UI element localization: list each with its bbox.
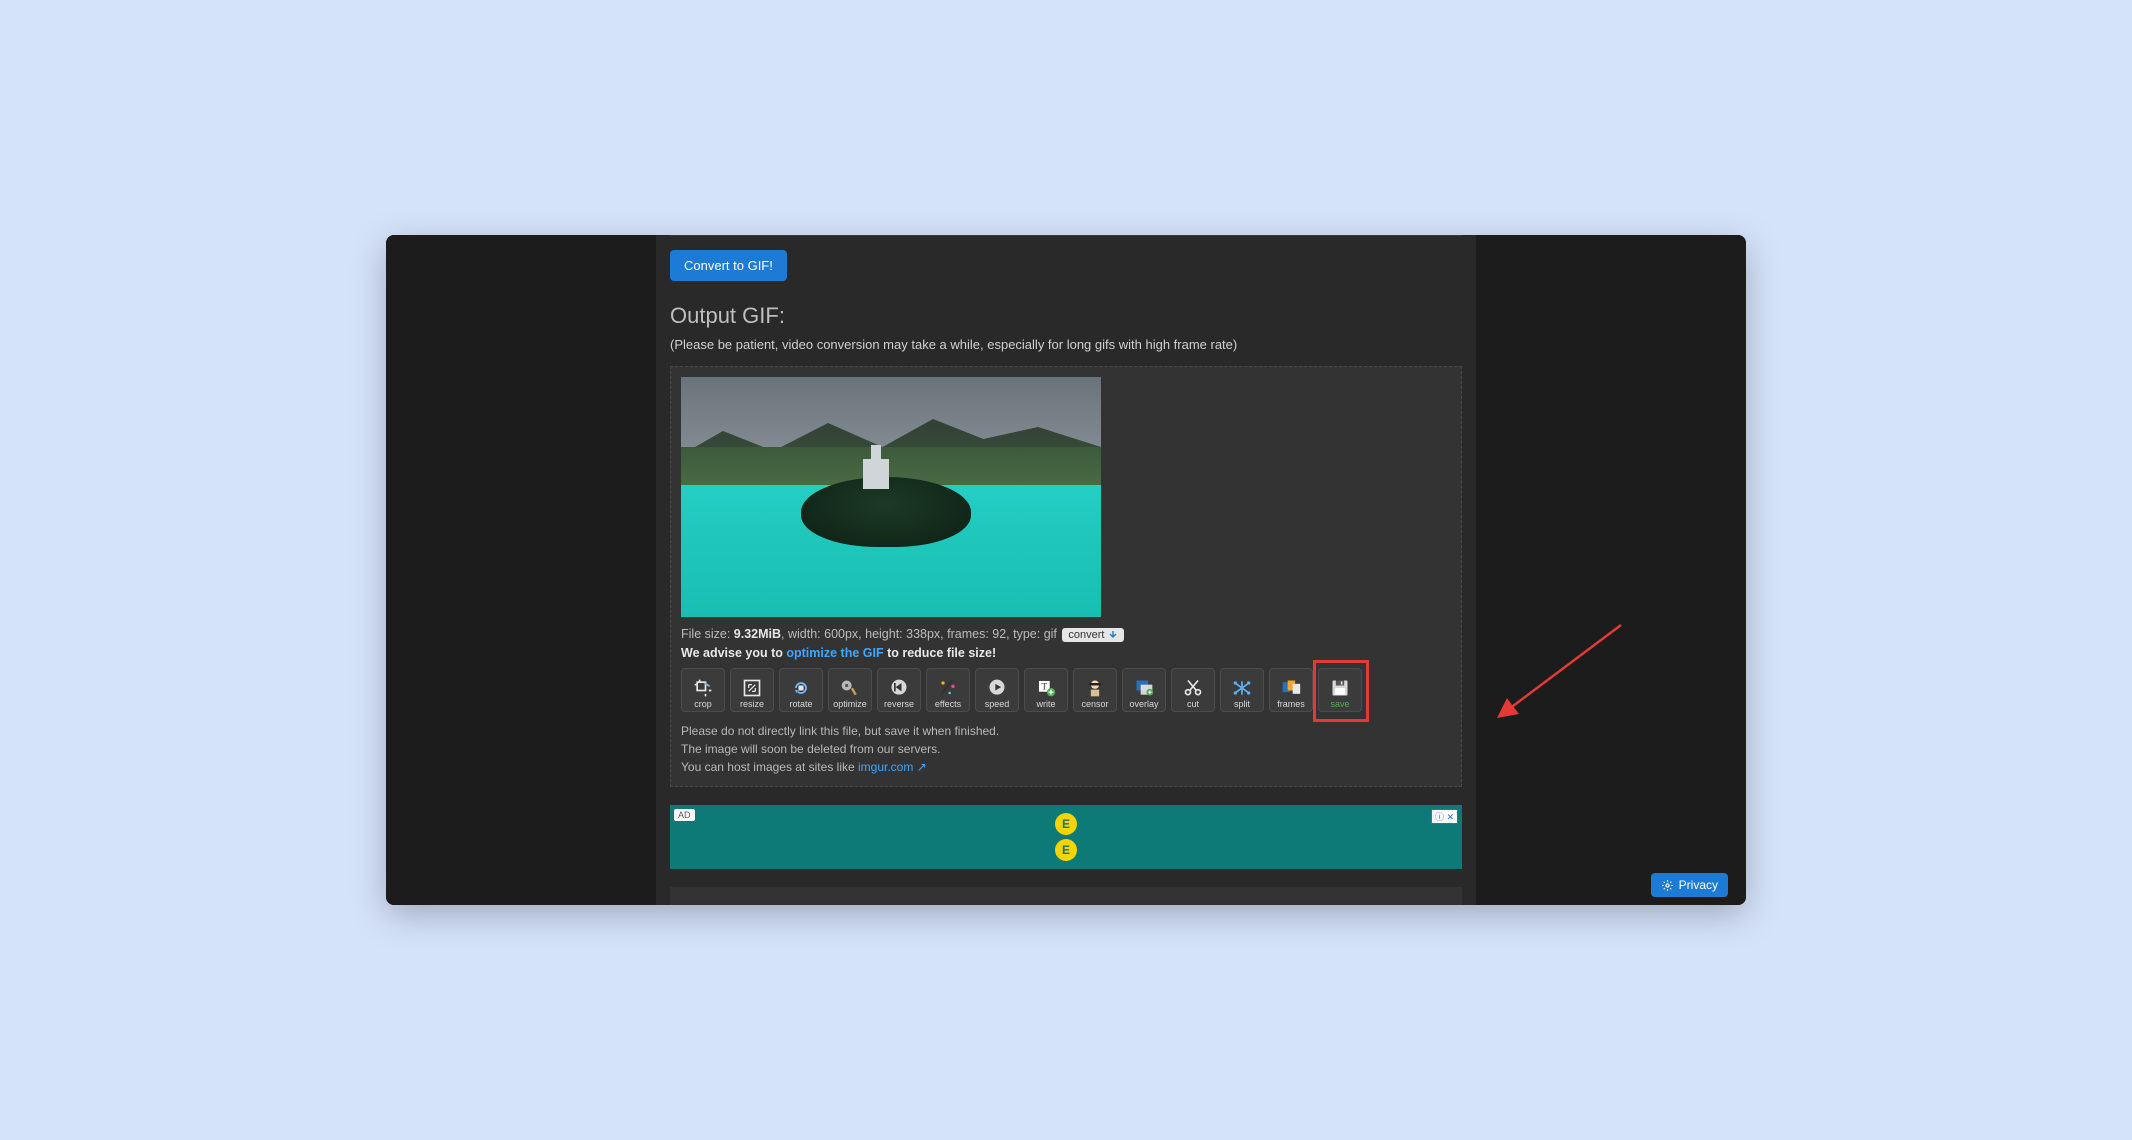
convert-chip[interactable]: convert xyxy=(1062,628,1123,642)
frames-icon xyxy=(1279,677,1303,699)
footnote-line: You can host images at sites like imgur.… xyxy=(681,758,1451,776)
output-box: File size: 9.32MiB, width: 600px, height… xyxy=(670,366,1462,787)
tool-save[interactable]: save xyxy=(1318,668,1362,712)
advise-pre: We advise you to xyxy=(681,646,786,660)
output-section-title: Output GIF: xyxy=(670,303,1462,329)
advise-post: to reduce file size! xyxy=(884,646,997,660)
content-column: Convert to GIF! Output GIF: (Please be p… xyxy=(656,235,1476,905)
meta-size: 9.32MiB xyxy=(734,627,781,641)
privacy-label: Privacy xyxy=(1679,878,1718,892)
tool-label: effects xyxy=(935,700,961,709)
resize-icon xyxy=(740,677,764,699)
patience-note: (Please be patient, video conversion may… xyxy=(670,337,1462,352)
tool-label: reverse xyxy=(884,700,914,709)
effects-icon xyxy=(936,677,960,699)
imgur-link[interactable]: imgur.com xyxy=(858,760,913,774)
optimize-icon xyxy=(838,677,862,699)
tool-speed[interactable]: speed xyxy=(975,668,1019,712)
app-window: Convert to GIF! Output GIF: (Please be p… xyxy=(386,235,1746,905)
tool-label: resize xyxy=(740,700,764,709)
divider xyxy=(670,235,1462,236)
tool-label: write xyxy=(1036,700,1055,709)
tool-label: frames xyxy=(1277,700,1305,709)
tool-label: rotate xyxy=(789,700,812,709)
meta-rest: , width: 600px, height: 338px, frames: 9… xyxy=(781,627,1057,641)
scroll-area[interactable]: Convert to GIF! Output GIF: (Please be p… xyxy=(386,235,1746,905)
tool-label: overlay xyxy=(1129,700,1158,709)
meta-prefix: File size: xyxy=(681,627,734,641)
bottom-strip xyxy=(670,887,1462,905)
privacy-button[interactable]: Privacy xyxy=(1651,873,1728,897)
cut-icon xyxy=(1181,677,1205,699)
toolbar: crop resize rotate xyxy=(681,668,1451,712)
tool-optimize[interactable]: optimize xyxy=(828,668,872,712)
tool-cut[interactable]: cut xyxy=(1171,668,1215,712)
file-meta: File size: 9.32MiB, width: 600px, height… xyxy=(681,627,1451,642)
overlay-icon xyxy=(1132,677,1156,699)
tool-crop[interactable]: crop xyxy=(681,668,725,712)
ad-badge: AD xyxy=(674,809,695,821)
tool-rotate[interactable]: rotate xyxy=(779,668,823,712)
footnote-line: Please do not directly link this file, b… xyxy=(681,722,1451,740)
gif-preview[interactable] xyxy=(681,377,1101,617)
tool-label: cut xyxy=(1187,700,1199,709)
ad-banner[interactable]: AD ⓘ ✕ E E xyxy=(670,805,1462,869)
tool-label: save xyxy=(1330,700,1349,709)
footnotes: Please do not directly link this file, b… xyxy=(681,722,1451,776)
tool-frames[interactable]: frames xyxy=(1269,668,1313,712)
tool-label: censor xyxy=(1081,700,1108,709)
tool-resize[interactable]: resize xyxy=(730,668,774,712)
svg-text:T: T xyxy=(1042,682,1048,692)
tool-label: split xyxy=(1234,700,1250,709)
footnote-line: The image will soon be deleted from our … xyxy=(681,740,1451,758)
write-icon: T xyxy=(1034,677,1058,699)
tool-label: crop xyxy=(694,700,712,709)
tool-censor[interactable]: censor xyxy=(1073,668,1117,712)
ad-close[interactable]: ⓘ ✕ xyxy=(1431,809,1458,824)
convert-button[interactable]: Convert to GIF! xyxy=(670,250,787,281)
tool-effects[interactable]: effects xyxy=(926,668,970,712)
optimize-advise: We advise you to optimize the GIF to red… xyxy=(681,646,1451,660)
tool-label: optimize xyxy=(833,700,867,709)
crop-icon xyxy=(691,677,715,699)
reverse-icon xyxy=(887,677,911,699)
external-link-icon: ↗ xyxy=(913,760,926,774)
rotate-icon xyxy=(789,677,813,699)
tool-overlay[interactable]: overlay xyxy=(1122,668,1166,712)
optimize-link[interactable]: optimize the GIF xyxy=(786,646,883,660)
censor-icon xyxy=(1083,677,1107,699)
tool-split[interactable]: split xyxy=(1220,668,1264,712)
tool-write[interactable]: T write xyxy=(1024,668,1068,712)
save-icon xyxy=(1328,677,1352,699)
speed-icon xyxy=(985,677,1009,699)
tool-reverse[interactable]: reverse xyxy=(877,668,921,712)
gear-icon xyxy=(1661,879,1674,892)
ad-logo: E E xyxy=(1055,813,1077,861)
split-icon xyxy=(1230,677,1254,699)
tool-label: speed xyxy=(985,700,1010,709)
convert-chip-label: convert xyxy=(1068,629,1104,641)
page: Convert to GIF! Output GIF: (Please be p… xyxy=(386,235,1746,905)
